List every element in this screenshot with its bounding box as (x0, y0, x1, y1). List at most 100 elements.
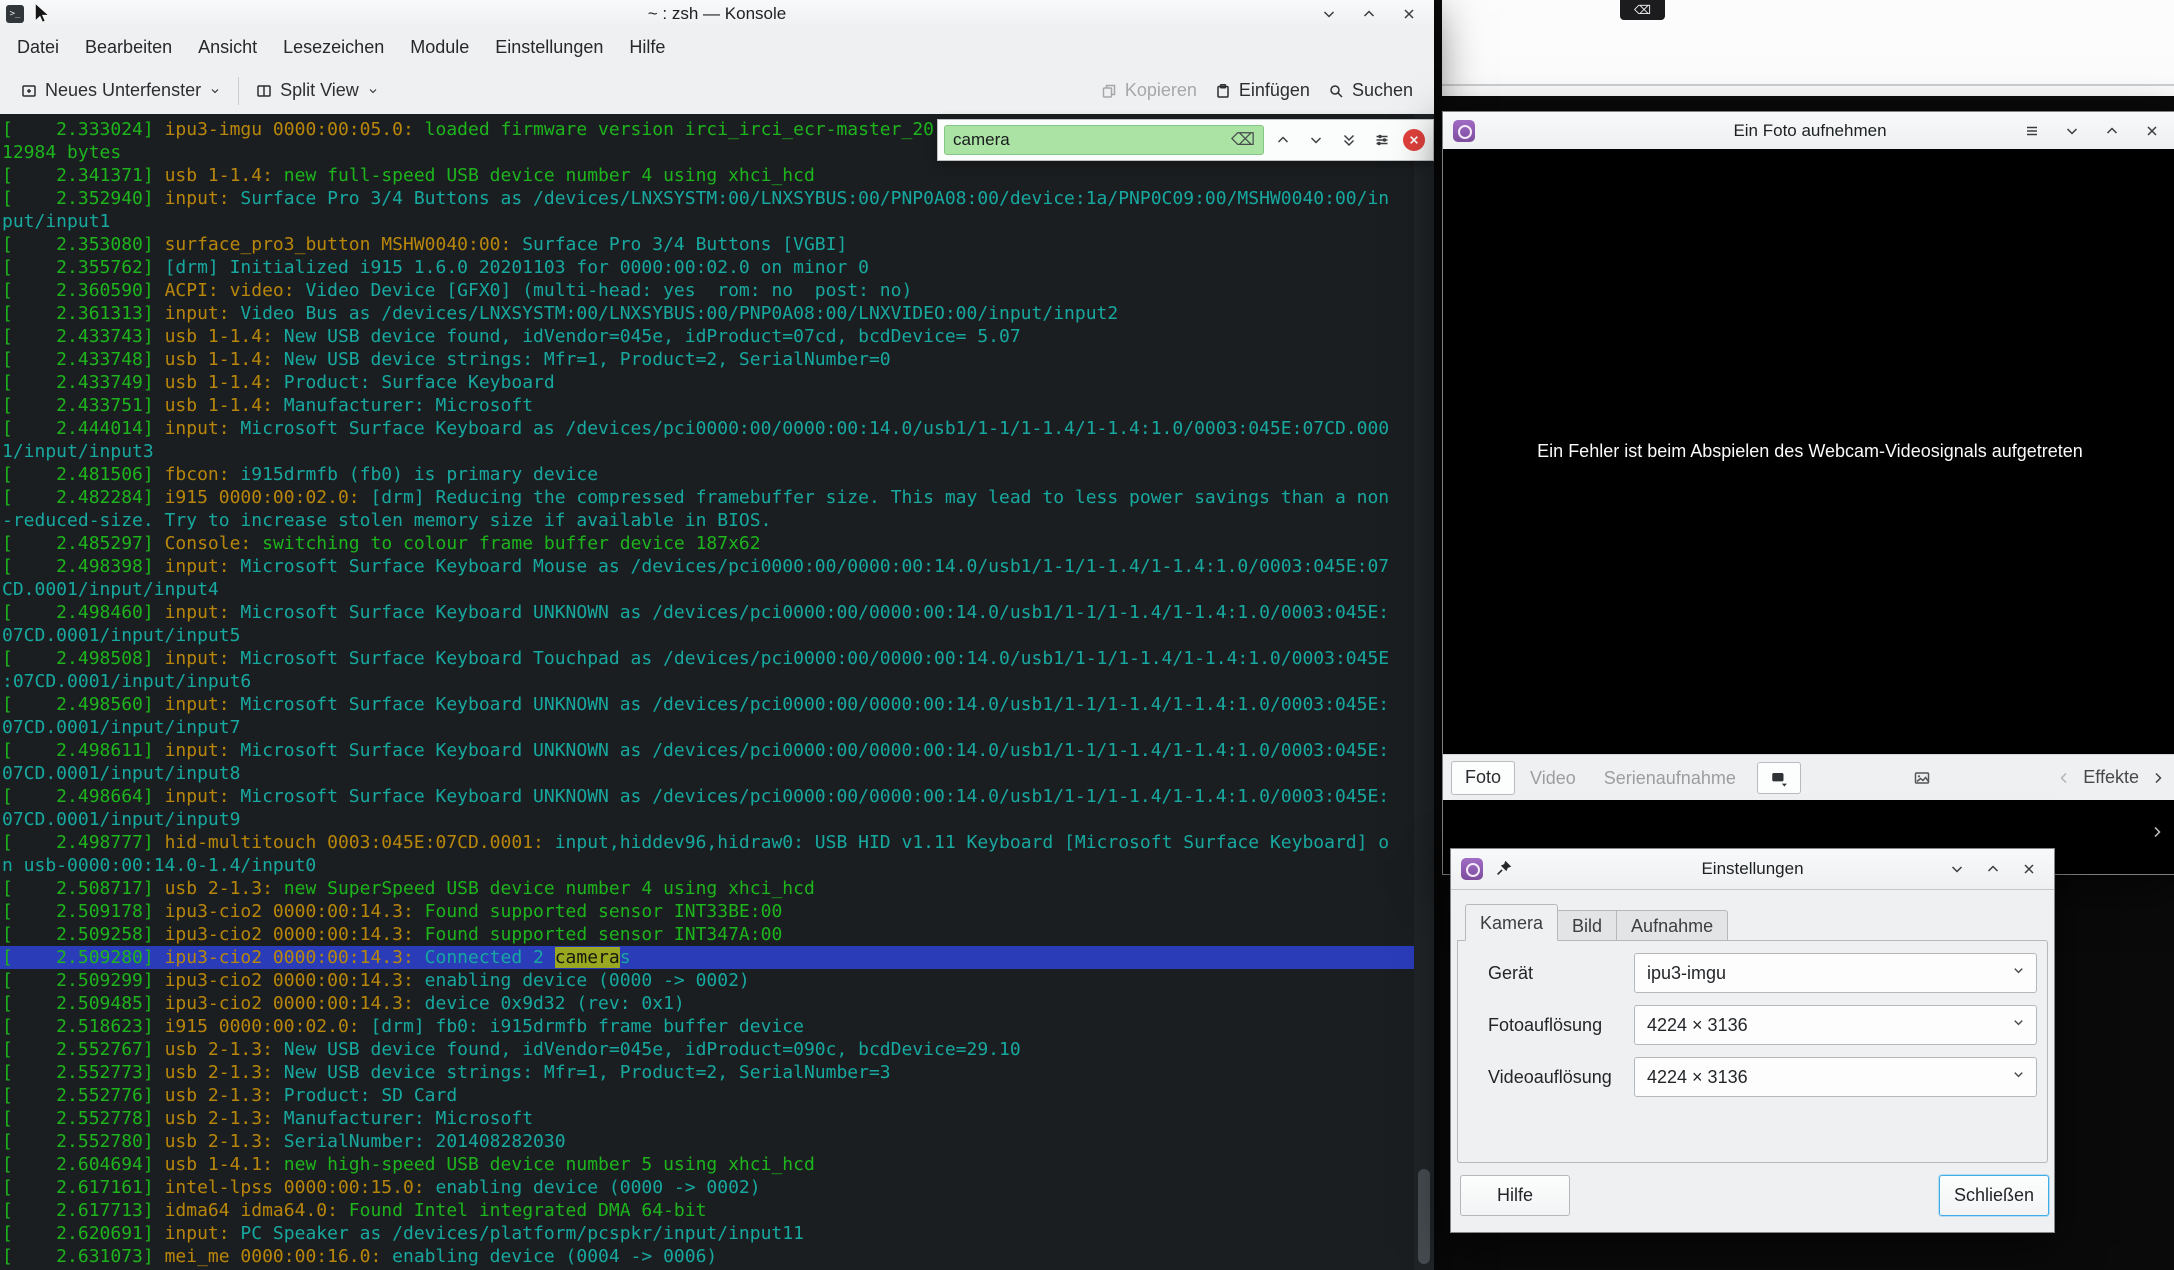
effects-next-icon[interactable] (2147, 767, 2169, 789)
menu-item-einstellungen[interactable]: Einstellungen (482, 28, 616, 67)
terminal-line: [ 2.617161] intel-lpss 0000:00:15.0: ena… (0, 1176, 1414, 1199)
terminal-line: [ 2.552776] usb 2-1.3: Product: SD Card (0, 1084, 1414, 1107)
field-combobox[interactable]: 4224 × 3136 (1634, 1057, 2037, 1097)
gallery-icon[interactable] (1914, 766, 1940, 790)
maximize-icon[interactable] (2101, 120, 2123, 142)
close-icon[interactable] (2018, 858, 2040, 880)
terminal-line: [ 2.433749] usb 1-1.4: Product: Surface … (0, 371, 1414, 394)
terminal-line: put/input1 (0, 210, 1414, 233)
close-search-button[interactable] (1403, 129, 1425, 151)
minimize-icon[interactable] (2061, 120, 2083, 142)
copy-button[interactable]: Kopieren (1092, 75, 1206, 106)
settings-titlebar[interactable]: Einstellungen (1451, 849, 2054, 890)
effects-label[interactable]: Effekte (2083, 767, 2139, 788)
new-tab-label: Neues Unterfenster (45, 80, 201, 101)
terminal-line: [ 2.361313] input: Video Bus as /devices… (0, 302, 1414, 325)
terminal-line: [ 2.552778] usb 2-1.3: Manufacturer: Mic… (0, 1107, 1414, 1130)
chevron-down-icon (367, 85, 379, 97)
help-button[interactable]: Hilfe (1460, 1175, 1570, 1216)
scrollbar-thumb[interactable] (1418, 1169, 1430, 1264)
konsole-window-title: ~ : zsh — Konsole (0, 4, 1434, 24)
find-previous-button[interactable] (1269, 126, 1297, 154)
menu-item-bearbeiten[interactable]: Bearbeiten (72, 28, 185, 67)
mouse-cursor (33, 2, 51, 24)
mode-tab-serienaufnahme[interactable]: Serienaufnahme (1591, 762, 1749, 794)
background-window: ⌫ (1442, 0, 2174, 96)
copy-icon (1101, 83, 1117, 99)
maximize-icon[interactable] (1358, 3, 1380, 25)
terminal-line: [ 2.509258] ipu3-cio2 0000:00:14.3: Foun… (0, 923, 1414, 946)
terminal-line: [ 2.509485] ipu3-cio2 0000:00:14.3: devi… (0, 992, 1414, 1015)
search-query-text: camera (953, 130, 1010, 150)
terminal[interactable]: [ 2.333024] ipu3-imgu 0000:00:05.0: load… (0, 114, 1434, 1270)
terminal-line: [ 2.498460] input: Microsoft Surface Key… (0, 601, 1414, 624)
settings-tabbar: KameraBildAufnahme (1465, 904, 1728, 941)
settings-tab-kamera[interactable]: Kamera (1465, 904, 1558, 941)
settings-tab-frame: Gerätipu3-imguFotoauflösung4224 × 3136Vi… (1457, 940, 2048, 1163)
menu-item-module[interactable]: Module (397, 28, 482, 67)
toolbar-separator (238, 77, 239, 105)
mode-tab-foto[interactable]: Foto (1451, 761, 1515, 795)
search-label: Suchen (1352, 80, 1413, 101)
new-tab-icon (21, 83, 37, 99)
split-view-button[interactable]: Split View (247, 75, 388, 106)
konsole-titlebar[interactable]: >_ ~ : zsh — Konsole (0, 0, 1434, 29)
terminal-line: [ 2.355762] [drm] Initialized i915 1.6.0… (0, 256, 1414, 279)
background-dark-field[interactable]: ⌫ (1620, 0, 1665, 20)
new-tab-button[interactable]: Neues Unterfenster (12, 75, 230, 106)
minimize-icon[interactable] (1318, 3, 1340, 25)
window-controls (2021, 112, 2163, 149)
settings-tab-bild[interactable]: Bild (1558, 910, 1617, 941)
mode-tab-video[interactable]: Video (1517, 762, 1589, 794)
capture-settings-button[interactable] (1757, 762, 1801, 794)
menu-item-lesezeichen[interactable]: Lesezeichen (270, 28, 397, 67)
settings-tab-aufnahme[interactable]: Aufnahme (1617, 910, 1728, 941)
paste-button[interactable]: Einfügen (1206, 75, 1319, 106)
split-view-label: Split View (280, 80, 359, 101)
search-input[interactable]: camera ⌫ (944, 125, 1264, 155)
menu-item-ansicht[interactable]: Ansicht (185, 28, 270, 67)
camera-toolbar: FotoVideoSerienaufnahme Effekte (1443, 754, 2174, 800)
window-controls (1946, 849, 2040, 889)
settings-dialog: Einstellungen KameraBildAufnahme Gerätip… (1450, 848, 2055, 1233)
minimize-icon[interactable] (1946, 858, 1968, 880)
close-icon[interactable] (1398, 3, 1420, 25)
terminal-line: n usb-0000:00:14.0-1.4/input0 (0, 854, 1414, 877)
effects-previous-icon[interactable] (2053, 767, 2075, 789)
terminal-line: [ 2.631073] mei_me 0000:00:16.0: enablin… (0, 1245, 1414, 1268)
terminal-line: [ 2.485297] Console: switching to colour… (0, 532, 1414, 555)
field-combobox[interactable]: ipu3-imgu (1634, 953, 2037, 993)
menu-item-datei[interactable]: Datei (4, 28, 72, 67)
search-button[interactable]: Suchen (1319, 75, 1422, 106)
hamburger-menu-icon[interactable] (2021, 120, 2043, 142)
terminal-line: [ 2.604694] usb 1-4.1: new high-speed US… (0, 1153, 1414, 1176)
clear-search-icon[interactable]: ⌫ (1231, 130, 1255, 150)
terminal-line: [ 2.444014] input: Microsoft Surface Key… (0, 417, 1414, 440)
terminal-line: [ 2.498508] input: Microsoft Surface Key… (0, 647, 1414, 670)
menu-item-hilfe[interactable]: Hilfe (616, 28, 678, 67)
combobox-value: ipu3-imgu (1647, 963, 1726, 984)
paste-label: Einfügen (1239, 80, 1310, 101)
field-combobox[interactable]: 4224 × 3136 (1634, 1005, 2037, 1045)
chevron-down-icon (2011, 1015, 2026, 1035)
field-label: Fotoauflösung (1488, 1005, 1602, 1045)
combobox-value: 4224 × 3136 (1647, 1015, 1748, 1036)
terminal-line: [ 2.341371] usb 1-1.4: new full-speed US… (0, 164, 1414, 187)
settings-row: Fotoauflösung 4224 × 3136 (1458, 1005, 2047, 1045)
scroll-right-icon[interactable] (2149, 824, 2165, 845)
terminal-line: [ 2.552780] usb 2-1.3: SerialNumber: 201… (0, 1130, 1414, 1153)
terminal-line: 07CD.0001/input/input5 (0, 624, 1414, 647)
maximize-icon[interactable] (1982, 858, 2004, 880)
find-next-button[interactable] (1302, 126, 1330, 154)
window-controls (1318, 0, 1420, 28)
chevron-down-icon (2011, 1067, 2026, 1087)
terminal-line: [ 2.508717] usb 2-1.3: new SuperSpeed US… (0, 877, 1414, 900)
find-from-bottom-button[interactable] (1335, 126, 1363, 154)
close-dialog-button[interactable]: Schließen (1939, 1175, 2049, 1216)
terminal-line: 1/input/input3 (0, 440, 1414, 463)
close-icon[interactable] (2141, 120, 2163, 142)
search-options-button[interactable] (1368, 126, 1396, 154)
terminal-scrollbar[interactable] (1414, 114, 1434, 1270)
copy-label: Kopieren (1125, 80, 1197, 101)
camera-titlebar[interactable]: Ein Foto aufnehmen (1443, 112, 2174, 150)
